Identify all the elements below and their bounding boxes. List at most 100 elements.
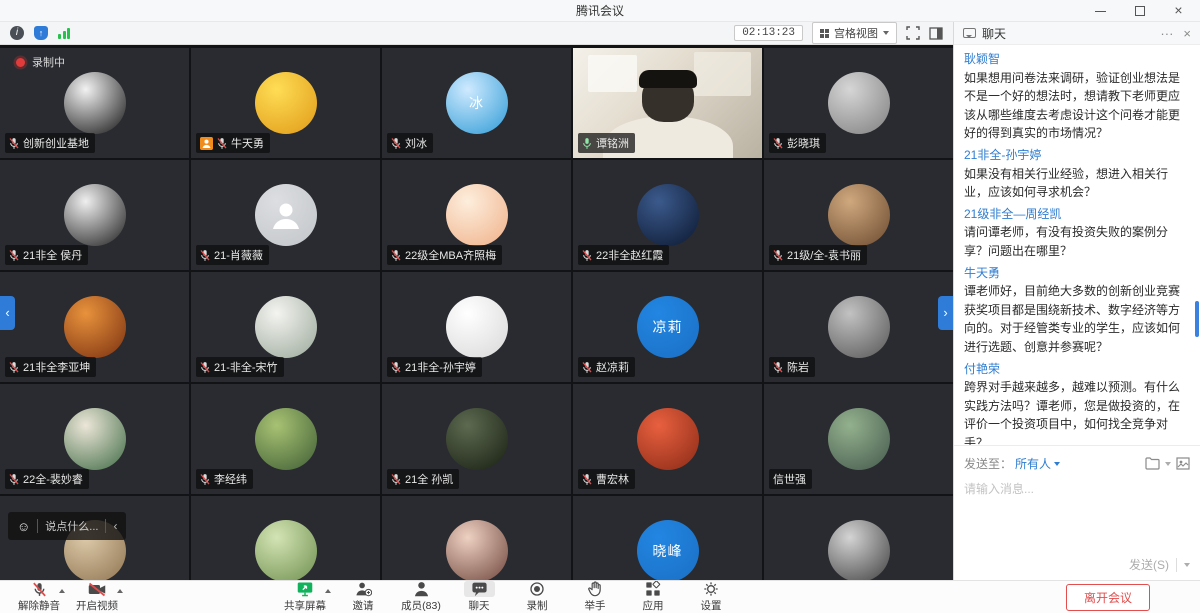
avatar <box>446 296 508 358</box>
recording-label: 录制中 <box>32 54 65 70</box>
avatar <box>828 296 890 358</box>
participant-name: 牛天勇 <box>231 135 264 151</box>
video-tile[interactable]: 22全 段秋爽 <box>382 496 571 580</box>
video-tile[interactable]: 21非全李亚坤 <box>0 272 189 382</box>
video-tile[interactable]: 21级/全-袁书丽 <box>764 160 953 270</box>
video-tile[interactable]: 22非全赵红霞 <box>573 160 762 270</box>
video-tile[interactable]: 21-非全-宋竹 <box>191 272 380 382</box>
mic-muted-icon <box>391 249 401 262</box>
participant-name-chip: 21-非全-宋竹 <box>196 357 284 377</box>
chevron-up-icon[interactable] <box>325 589 331 593</box>
leave-meeting-button[interactable]: 离开会议 <box>1066 584 1150 611</box>
participant-name: 创新创业基地 <box>23 135 89 151</box>
toolbar-settings-button[interactable]: 设置 <box>682 581 740 613</box>
video-tile[interactable]: 晓峰裴晓峰 <box>573 496 762 580</box>
collapse-chevron-icon[interactable]: ‹ <box>113 519 117 533</box>
message-sender[interactable]: 付艳荣 <box>964 360 1190 379</box>
video-tile[interactable]: 凉莉赵凉莉 <box>573 272 762 382</box>
chevron-up-icon[interactable] <box>117 589 123 593</box>
video-tile[interactable]: 王晋祁☺说点什么...‹ <box>0 496 189 580</box>
message-sender[interactable]: 耿颖智 <box>964 50 1190 69</box>
toolbar-raise-hand-button[interactable]: 举手 <box>566 581 624 613</box>
video-tile[interactable]: 21全-唐静 <box>764 496 953 580</box>
chevron-down-icon[interactable] <box>1165 462 1171 466</box>
participant-name-chip: 21非全-孙宇婷 <box>387 357 482 377</box>
mic-muted-icon <box>582 361 592 374</box>
chat-compose-area: 发送至： 所有人 请输入消息... 发送(S) <box>954 445 1200 580</box>
emoji-icon[interactable]: ☺ <box>17 520 30 533</box>
participant-name-chip: 信世强 <box>769 469 812 489</box>
video-tile[interactable]: 谭铭洲 <box>573 48 762 158</box>
video-tile[interactable]: 22全-裴妙睿 <box>0 384 189 494</box>
toolbar-members-button[interactable]: 成员(83) <box>392 581 450 613</box>
divider <box>37 519 38 533</box>
video-tile[interactable]: 曹宏林 <box>573 384 762 494</box>
chat-history-icon[interactable] <box>1145 457 1160 470</box>
minimize-button[interactable] <box>1095 5 1106 16</box>
send-options-chevron-icon[interactable] <box>1184 563 1190 567</box>
participant-name: 21非全李亚坤 <box>23 359 90 375</box>
mic-muted-icon <box>582 249 592 262</box>
toolbar-start-video-button[interactable]: 开启视频 <box>68 581 126 613</box>
network-signal-icon[interactable] <box>58 27 70 39</box>
message-sender[interactable]: 牛天勇 <box>964 264 1190 283</box>
quick-chat-placeholder[interactable]: 说点什么... <box>45 518 98 534</box>
chevron-up-icon[interactable] <box>59 589 65 593</box>
maximize-button[interactable] <box>1134 5 1145 16</box>
chat-title: 聊天 <box>982 25 1006 42</box>
divider <box>105 519 106 533</box>
quick-chat-bar[interactable]: ☺ 说点什么... ‹ <box>8 512 126 540</box>
recording-dot-icon <box>16 58 25 67</box>
chat-bubble-icon <box>963 28 976 38</box>
toolbar-label: 举手 <box>585 598 606 613</box>
share-screen-icon <box>296 581 314 597</box>
participant-name: 陈岩 <box>787 359 809 375</box>
side-panel-icon[interactable] <box>929 27 943 40</box>
toolbar-record-button[interactable]: 录制 <box>508 581 566 613</box>
window-titlebar: 腾讯会议 × <box>0 0 1200 22</box>
avatar <box>255 296 317 358</box>
video-tile[interactable]: 陈岩 <box>764 272 953 382</box>
chat-close-icon[interactable]: × <box>1183 26 1191 41</box>
toolbar-invite-button[interactable]: 邀请 <box>334 581 392 613</box>
video-tile[interactable]: 信世强 <box>764 384 953 494</box>
chat-message: 牛天勇谭老师好，目前绝大多数的创新创业竞赛获奖项目都是围绕新技术、数字经济等方向… <box>964 264 1190 357</box>
toolbar-chat-button[interactable]: 聊天 <box>450 581 508 613</box>
video-tile[interactable]: 21全 孙凯 <box>382 384 571 494</box>
layout-view-button[interactable]: 宫格视图 <box>812 22 897 44</box>
video-tile[interactable]: 21非全-孙宇婷 <box>382 272 571 382</box>
chat-scrollbar[interactable] <box>1195 301 1199 337</box>
avatar <box>446 520 508 580</box>
chat-input[interactable]: 请输入消息... <box>964 480 1190 497</box>
send-button[interactable]: 发送(S) <box>1129 556 1169 573</box>
video-tile[interactable]: 牛天勇 <box>191 48 380 158</box>
video-tile[interactable]: 冰刘冰 <box>382 48 571 158</box>
security-shield-icon[interactable]: ↑ <box>34 26 48 40</box>
video-tile[interactable]: 21非全 侯丹 <box>0 160 189 270</box>
video-tile[interactable]: 李经纬 <box>191 384 380 494</box>
video-tile[interactable]: 22级全MBA齐照梅 <box>382 160 571 270</box>
meeting-info-icon[interactable]: i <box>10 26 24 40</box>
close-button[interactable]: × <box>1173 5 1184 16</box>
previous-page-arrow[interactable]: ‹ <box>0 296 15 330</box>
message-sender[interactable]: 21级非全—周经凯 <box>964 205 1190 224</box>
camera-muted-icon <box>88 581 106 597</box>
video-tile[interactable]: 21-肖薇薇 <box>191 160 380 270</box>
send-to-selector[interactable]: 所有人 <box>1015 455 1060 472</box>
video-tile[interactable]: 彭晓琪 <box>764 48 953 158</box>
fullscreen-icon[interactable] <box>906 26 920 40</box>
message-sender[interactable]: 21非全-孙宇婷 <box>964 146 1190 165</box>
chat-more-icon[interactable]: ··· <box>1160 26 1173 41</box>
video-tile[interactable]: 王瑞囡 <box>191 496 380 580</box>
toolbar-apps-button[interactable]: 应用 <box>624 581 682 613</box>
mic-muted-icon <box>9 137 19 150</box>
toolbar-unmute-button[interactable]: 解除静音 <box>10 581 68 613</box>
participant-name-chip: 22全-裴妙睿 <box>5 469 89 489</box>
mic-muted-icon <box>582 473 592 486</box>
screenshot-icon[interactable] <box>1176 457 1190 470</box>
chat-message-list[interactable]: 耿颖智如果想用问卷法来调研，验证创业想法是不是一个好的想法时，想请教下老师更应该… <box>954 45 1200 445</box>
next-page-arrow[interactable]: › <box>938 296 953 330</box>
toolbar-share-screen-button[interactable]: 共享屏幕 <box>276 581 334 613</box>
window-title: 腾讯会议 <box>0 2 1200 19</box>
participant-name: 21级/全-袁书丽 <box>787 247 861 263</box>
